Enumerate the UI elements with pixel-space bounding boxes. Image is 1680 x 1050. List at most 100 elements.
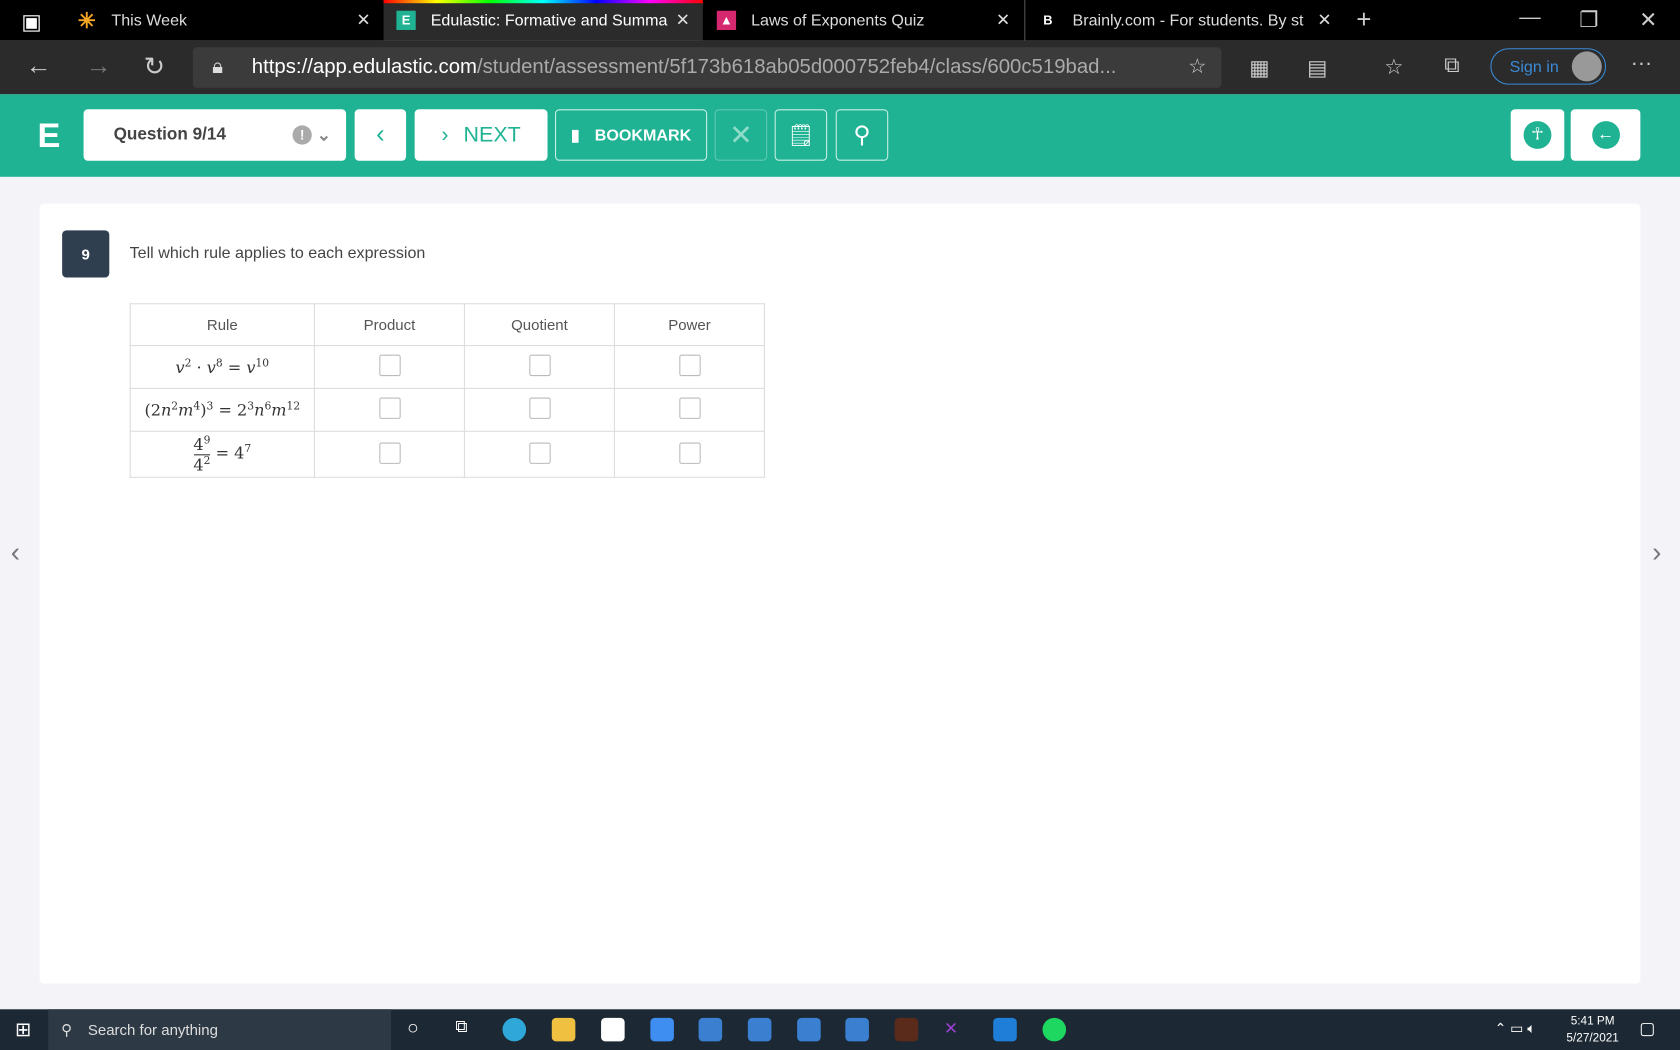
zoom-icon[interactable] [650, 1017, 674, 1042]
next-button[interactable]: › NEXT [414, 109, 548, 161]
store-icon[interactable] [601, 1017, 625, 1042]
tab-actions-icon[interactable]: ▣ [21, 9, 41, 36]
url-field[interactable]: 🔒︎ https://app.edulastic.com/student/asse… [192, 47, 1222, 88]
app-icon[interactable] [698, 1017, 723, 1042]
clock-date: 5/27/2021 [1566, 1031, 1619, 1045]
forward-icon[interactable]: → [86, 51, 112, 81]
arrow-left-circle-icon: ← [1591, 121, 1620, 149]
checkbox-quotient[interactable] [528, 354, 551, 377]
system-tray-icons[interactable]: ⌃ ▭ 🔈︎ [1495, 1020, 1536, 1037]
asterisk-icon: ✳ [77, 9, 96, 33]
extension-icon[interactable]: ▦ [1249, 55, 1269, 82]
more-icon[interactable]: ··· [1631, 51, 1652, 76]
checkbox-product[interactable] [378, 441, 401, 464]
close-tab-icon[interactable]: ✕ [996, 10, 1010, 31]
close-tab-icon[interactable]: ✕ [676, 10, 690, 31]
accessibility-icon: ☥ [1523, 121, 1552, 149]
scratchpad-icon: 🗒︎ [787, 123, 815, 148]
add-favorite-icon[interactable]: ☆ [1188, 47, 1206, 88]
close-window-icon[interactable]: ✕ [1639, 6, 1657, 33]
restore-icon[interactable]: ❐ [1579, 6, 1598, 33]
magnifier-button[interactable]: ⚲ [835, 109, 889, 161]
task-view-icon[interactable]: ⧉ [455, 1018, 467, 1037]
search-placeholder: Search for anything [87, 1021, 218, 1039]
question-prompt: Tell which rule applies to each expressi… [129, 244, 426, 263]
edge-icon[interactable] [502, 1017, 527, 1042]
collections-icon[interactable]: ⧉ [1444, 54, 1459, 79]
app-icon[interactable] [993, 1017, 1017, 1042]
column-header: Product [313, 303, 466, 347]
favorites-icon[interactable]: ☆ [1384, 54, 1403, 81]
tab-title: Laws of Exponents Quiz [751, 11, 925, 30]
accessibility-button[interactable]: ☥ [1510, 109, 1565, 161]
table-row: (2n2m4)3 = 23n6m12 [129, 387, 766, 432]
edulastic-logo: E [37, 115, 61, 155]
windows-start-icon[interactable]: ⊞ [15, 1019, 31, 1042]
checkbox-power[interactable] [678, 354, 701, 377]
app-icon[interactable]: ✕ [944, 1018, 968, 1042]
file-explorer-icon[interactable] [551, 1017, 576, 1042]
app-icon[interactable] [797, 1017, 821, 1042]
lock-icon: 🔒︎ [212, 55, 223, 79]
app-icon[interactable] [894, 1017, 919, 1042]
sign-in-button[interactable]: Sign in [1490, 48, 1607, 85]
checkbox-power[interactable] [678, 441, 701, 464]
chevron-right-icon: › [441, 122, 449, 147]
edulastic-favicon-icon: E [396, 10, 416, 31]
app-icon[interactable] [747, 1017, 772, 1042]
tab-this-week[interactable]: ✳ This Week ✕ [64, 0, 383, 41]
close-tab-icon[interactable]: ✕ [356, 10, 370, 31]
question-selector[interactable]: Question 9/14! ⌄ [83, 109, 347, 161]
previous-question-arrow[interactable]: ‹ [11, 536, 20, 569]
new-tab-icon[interactable]: + [1356, 5, 1371, 35]
clock-time: 5:41 PM [1570, 1014, 1615, 1028]
search-icon: ⚲ [853, 121, 871, 148]
close-tab-icon[interactable]: ✕ [1317, 10, 1331, 31]
extension-icon[interactable]: ▤ [1307, 55, 1327, 82]
back-icon[interactable]: ← [26, 51, 52, 81]
tab-brainly[interactable]: B Brainly.com - For students. By st ✕ [1024, 0, 1344, 41]
previous-button[interactable]: ‹ [354, 109, 407, 161]
next-label: NEXT [463, 122, 521, 147]
exit-button[interactable]: ← [1570, 109, 1641, 161]
browser-tab-bar: ▣ ✳ This Week ✕ E Edulastic: Formative and … [0, 0, 1680, 41]
tab-edulastic[interactable]: E Edulastic: Formative and Summa ✕ [383, 0, 703, 41]
notifications-icon[interactable]: ▢ [1639, 1018, 1655, 1039]
brainly-favicon-icon: B [1043, 12, 1053, 28]
expression-product: v2 · v8 = v10 [129, 345, 316, 389]
question-card: 9 Tell which rule applies to each expres… [39, 203, 1641, 984]
minimize-icon[interactable]: — [1519, 5, 1540, 30]
column-header: Power [613, 303, 766, 347]
url-host: https://app.edulastic.com [251, 55, 477, 79]
tab-title: This Week [111, 11, 188, 30]
table-row: v2 · v8 = v10 [129, 345, 766, 389]
spotify-icon[interactable] [1042, 1017, 1067, 1042]
checkbox-power[interactable] [678, 397, 701, 419]
next-question-arrow[interactable]: › [1652, 536, 1661, 569]
checkbox-quotient[interactable] [528, 397, 551, 419]
bookmark-icon: ▮ [570, 126, 580, 145]
tab-laws-of-exponents[interactable]: ▲ Laws of Exponents Quiz ✕ [704, 0, 1023, 41]
bookmark-button[interactable]: ▮ BOOKMARK [555, 109, 708, 161]
refresh-icon[interactable]: ↻ [144, 51, 166, 82]
checkbox-quotient[interactable] [528, 441, 551, 464]
address-bar-row: ← → ↻ 🔒︎ https://app.edulastic.com/studen… [0, 40, 1680, 95]
taskbar-search[interactable]: ⚲ Search for anything [48, 1009, 392, 1050]
clock[interactable]: 5:41 PM 5/27/2021 [1566, 1013, 1618, 1047]
tab-sharing-indicator [383, 0, 703, 4]
question-number: 9 [62, 230, 110, 278]
forms-favicon-icon: ▲ [716, 10, 737, 31]
assessment-toolbar: E Question 9/14! ⌄ ‹ › NEXT ▮ BOOKMARK ✕ 🗒︎… [0, 94, 1680, 177]
expression-quotient: 49 42 = 47 [129, 430, 316, 478]
app-icon[interactable] [845, 1017, 869, 1042]
checkbox-product[interactable] [378, 397, 401, 419]
cortana-icon[interactable]: ○ [407, 1017, 419, 1040]
scratchpad-button[interactable]: 🗒︎ [774, 109, 828, 161]
checkbox-product[interactable] [378, 354, 401, 377]
eliminator-button[interactable]: ✕ [714, 109, 768, 161]
search-icon: ⚲ [61, 1021, 73, 1039]
expression-power: (2n2m4)3 = 23n6m12 [129, 387, 316, 432]
tab-title: Edulastic: Formative and Summa [430, 11, 668, 30]
question-selector-label: Question 9/14 [113, 125, 226, 144]
sign-in-label: Sign in [1509, 57, 1559, 77]
